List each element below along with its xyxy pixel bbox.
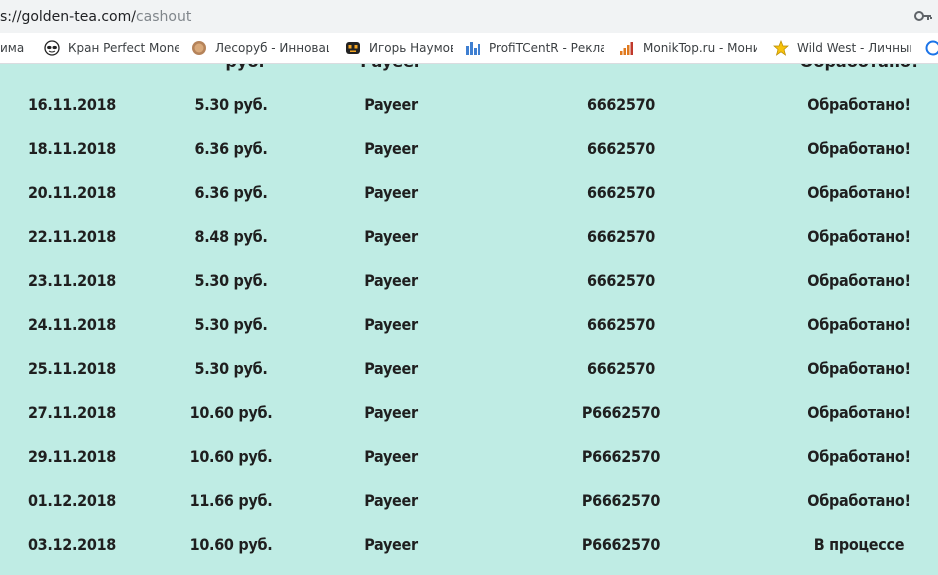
cell-wallet: P6662570 bbox=[581, 535, 661, 554]
table-row: 23.11.2018 5.30 руб. Payeer 6662570 Обра… bbox=[0, 259, 938, 303]
bookmark-item-7[interactable]: Wild West - Личный bbox=[773, 33, 911, 63]
cell-status: Обработано! bbox=[807, 315, 911, 334]
mask-icon bbox=[44, 40, 60, 56]
bookmark-item-4[interactable]: Игорь Наумов bbox=[345, 33, 453, 63]
robot-icon bbox=[346, 42, 360, 54]
cell-system: Payeer bbox=[364, 183, 418, 202]
table-row: 27.11.2018 10.60 руб. Payeer P6662570 Об… bbox=[0, 391, 938, 435]
cell-system: Payeer bbox=[364, 535, 418, 554]
cell-amount: 5.30 руб. bbox=[194, 315, 268, 334]
bookmark-label: Wild West - Личный bbox=[797, 41, 911, 55]
cell-date: 23.11.2018 bbox=[27, 271, 117, 290]
cell-system: Payeer bbox=[364, 403, 418, 422]
cell-date: 25.11.2018 bbox=[27, 359, 117, 378]
cell-date: 20.11.2018 bbox=[27, 183, 117, 202]
star-icon bbox=[773, 40, 789, 56]
table-row: 03.12.2018 10.60 руб. Payeer P6662570 В … bbox=[0, 523, 938, 567]
cell-wallet: P6662570 bbox=[581, 403, 661, 422]
url-host: s://golden-tea.com/ bbox=[0, 9, 136, 25]
cell-amount: 10.60 руб. bbox=[189, 403, 273, 422]
bookmark-label: ProfiTCentR - Реклам bbox=[489, 41, 604, 55]
cell-date: 16.11.2018 bbox=[27, 95, 117, 114]
table-row: 18.11.2018 6.36 руб. Payeer 6662570 Обра… bbox=[0, 127, 938, 171]
cell-amount: 10.60 руб. bbox=[189, 447, 273, 466]
table-row: 22.11.2018 8.48 руб. Payeer 6662570 Обра… bbox=[0, 215, 938, 259]
bookmark-label: има bbox=[0, 41, 25, 55]
bookmark-item-5[interactable]: ProfiTCentR - Реклам bbox=[465, 33, 604, 63]
cell-wallet: 6662570 bbox=[586, 227, 656, 246]
key-icon[interactable] bbox=[914, 9, 932, 23]
url-text[interactable]: s://golden-tea.com/cashout bbox=[0, 7, 191, 27]
cell-date: 27.11.2018 bbox=[27, 403, 117, 422]
cell-amount: 11.66 руб. bbox=[189, 491, 273, 510]
cell-date: 29.11.2018 bbox=[27, 447, 117, 466]
cell-system: Payeer bbox=[364, 139, 418, 158]
cell-wallet: P6662570 bbox=[581, 447, 661, 466]
cell-amount: руб. bbox=[225, 64, 264, 72]
bookmarks-bar: има Кран Perfect Money Лесоруб - Инновац… bbox=[0, 33, 938, 64]
cell-status: Обработано! bbox=[807, 447, 911, 466]
globe-icon bbox=[925, 40, 938, 56]
cell-amount: 10.60 руб. bbox=[189, 535, 273, 554]
table-row: 29.11.2018 10.60 руб. Payeer P6662570 Об… bbox=[0, 435, 938, 479]
cell-amount: 5.30 руб. bbox=[194, 359, 268, 378]
cell-amount: 8.48 руб. bbox=[194, 227, 268, 246]
cell-status: Обработано! bbox=[807, 227, 911, 246]
cell-status: Обработано! bbox=[807, 183, 911, 202]
bookmark-label: MonikTop.ru - Мони bbox=[643, 41, 757, 55]
table-row: 16.11.2018 5.30 руб. Payeer 6662570 Обра… bbox=[0, 83, 938, 127]
cell-wallet: 6662570 bbox=[586, 315, 656, 334]
bookmark-label: Кран Perfect Money bbox=[68, 41, 179, 55]
cell-date: 18.11.2018 bbox=[27, 139, 117, 158]
bookmark-label: Лесоруб - Инновац bbox=[215, 41, 329, 55]
cell-wallet: 6662570 bbox=[586, 139, 656, 158]
table-row: 24.11.2018 5.30 руб. Payeer 6662570 Обра… bbox=[0, 303, 938, 347]
cell-status: В процессе bbox=[813, 535, 905, 554]
cell-system: Payeer bbox=[364, 315, 418, 334]
bookmark-item-1[interactable]: има bbox=[0, 33, 30, 63]
cell-status: Обработано! bbox=[807, 491, 911, 510]
cell-date: 22.11.2018 bbox=[27, 227, 117, 246]
cell-wallet: 6662570 bbox=[586, 359, 656, 378]
cell-system: Payeer bbox=[364, 491, 418, 510]
cell-status: Обработано! bbox=[807, 403, 911, 422]
cell-amount: 5.30 руб. bbox=[194, 271, 268, 290]
table-row: 20.11.2018 6.36 руб. Payeer 6662570 Обра… bbox=[0, 171, 938, 215]
cell-system: Payeer bbox=[364, 227, 418, 246]
cell-system: Payeer bbox=[364, 447, 418, 466]
signal-icon bbox=[620, 42, 633, 55]
cashout-table: руб. Payeer Обработано! 16.11.2018 5.30 … bbox=[0, 64, 938, 575]
cell-status: Обработано! bbox=[800, 64, 919, 72]
bookmark-item-6[interactable]: MonikTop.ru - Мони bbox=[619, 33, 757, 63]
cell-date: 24.11.2018 bbox=[27, 315, 117, 334]
cell-system: Payeer bbox=[364, 359, 418, 378]
bar-chart-icon bbox=[466, 42, 480, 55]
cell-system: Payeer bbox=[364, 271, 418, 290]
bookmark-item-8[interactable] bbox=[925, 33, 938, 63]
table-row: 01.12.2018 11.66 руб. Payeer P6662570 Об… bbox=[0, 479, 938, 523]
address-bar[interactable]: s://golden-tea.com/cashout bbox=[0, 0, 938, 33]
table-row: 25.11.2018 5.30 руб. Payeer 6662570 Обра… bbox=[0, 347, 938, 391]
bookmark-item-3[interactable]: Лесоруб - Инновац bbox=[191, 33, 329, 63]
cell-wallet: 6662570 bbox=[586, 183, 656, 202]
cell-system: Payeer bbox=[364, 95, 418, 114]
cell-wallet: P6662570 bbox=[581, 491, 661, 510]
cell-amount: 6.36 руб. bbox=[194, 183, 268, 202]
bookmark-label: Игорь Наумов bbox=[369, 41, 453, 55]
cell-wallet: 6662570 bbox=[586, 271, 656, 290]
cell-status: Обработано! bbox=[807, 271, 911, 290]
cell-amount: 5.30 руб. bbox=[194, 95, 268, 114]
cell-status: Обработано! bbox=[807, 95, 911, 114]
url-path: cashout bbox=[135, 9, 192, 25]
cell-status: Обработано! bbox=[807, 139, 911, 158]
cell-status: Обработано! bbox=[807, 359, 911, 378]
cell-date: 01.12.2018 bbox=[27, 491, 117, 510]
cell-date: 03.12.2018 bbox=[27, 535, 117, 554]
coin-icon bbox=[192, 41, 206, 55]
bookmark-item-2[interactable]: Кран Perfect Money bbox=[44, 33, 179, 63]
cell-amount: 6.36 руб. bbox=[194, 139, 268, 158]
cell-system: Payeer bbox=[360, 64, 422, 72]
cell-wallet: 6662570 bbox=[586, 95, 656, 114]
